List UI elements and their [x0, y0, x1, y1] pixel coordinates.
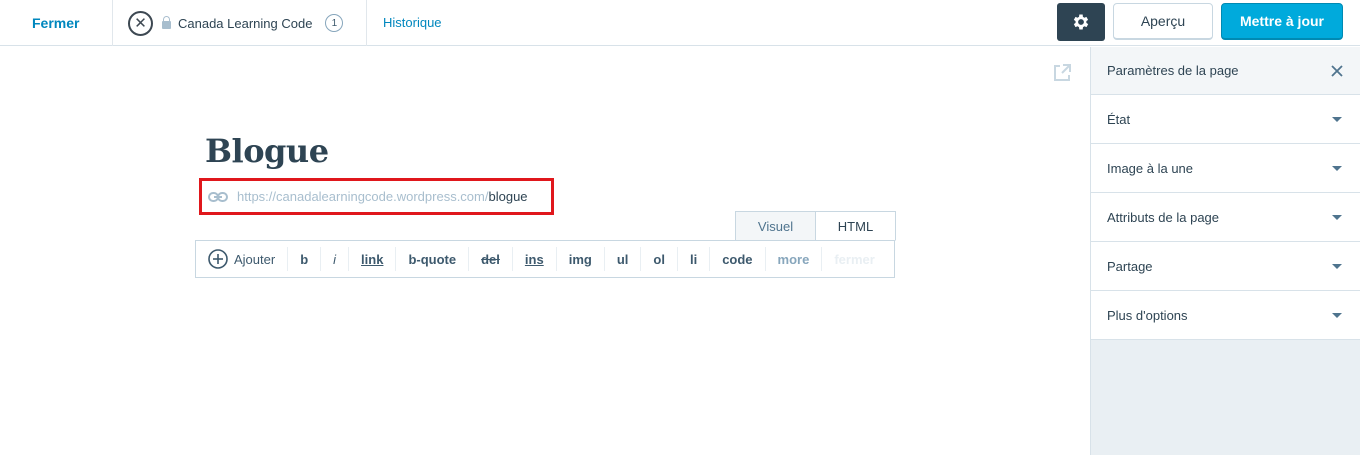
preview-button[interactable]: Aperçu [1113, 3, 1213, 40]
close-tags-button[interactable]: fermer [822, 247, 886, 271]
panel-label: Plus d'options [1107, 307, 1188, 323]
panel-sharing[interactable]: Partage [1091, 242, 1360, 291]
permalink-base: https://canadalearningcode.wordpress.com… [237, 189, 489, 204]
img-button[interactable]: img [557, 247, 605, 271]
li-button[interactable]: li [678, 247, 711, 271]
panel-page-attributes[interactable]: Attributs de la page [1091, 193, 1360, 242]
chevron-down-icon [1332, 263, 1342, 269]
chevron-down-icon [1332, 214, 1342, 220]
lock-icon [162, 16, 171, 29]
close-sidebar-button[interactable] [1330, 64, 1344, 78]
del-label: del [481, 251, 500, 267]
sidebar-header: Paramètres de la page [1091, 47, 1360, 95]
panel-label: Image à la une [1107, 160, 1194, 176]
top-bar: Fermer ✕ Canada Learning Code 1 Historiq… [0, 0, 1360, 46]
panel-status[interactable]: État [1091, 95, 1360, 144]
site-switcher[interactable]: ✕ Canada Learning Code 1 [128, 10, 344, 36]
link-icon [208, 191, 228, 202]
add-label: Ajouter [234, 251, 276, 267]
close-icon [1331, 64, 1343, 77]
page-settings-sidebar: Paramètres de la page État Image à la un… [1090, 47, 1360, 455]
permalink-url: https://canadalearningcode.wordpress.com… [237, 189, 528, 204]
gear-icon [1073, 14, 1089, 30]
html-toolbar: Ajouter b i link b-quote del ins img ul … [195, 240, 895, 278]
code-button[interactable]: code [710, 247, 766, 271]
editor-area: Blogue https://canadalearningcode.wordpr… [0, 47, 1090, 455]
del-button[interactable]: del [469, 247, 513, 271]
tab-html[interactable]: HTML [816, 211, 896, 241]
plus-circle-icon [208, 249, 228, 269]
close-link[interactable]: Fermer [32, 15, 79, 31]
site-logo: ✕ [128, 10, 153, 36]
link-button[interactable]: link [349, 247, 397, 271]
settings-button[interactable] [1057, 3, 1105, 41]
divider [366, 0, 367, 46]
link-label: link [361, 251, 384, 267]
panel-label: Partage [1107, 258, 1153, 274]
site-name: Canada Learning Code [178, 15, 313, 31]
chevron-down-icon [1332, 165, 1342, 171]
ins-label: ins [524, 251, 544, 267]
panel-label: État [1107, 111, 1131, 127]
history-link[interactable]: Historique [383, 15, 442, 30]
ins-button[interactable]: ins [513, 247, 557, 271]
editor-mode-tabs: Visuel HTML [735, 211, 896, 241]
permalink-slug: blogue [488, 189, 528, 204]
sidebar-title: Paramètres de la page [1107, 63, 1239, 78]
bold-button[interactable]: b [288, 247, 322, 271]
tab-visual[interactable]: Visuel [735, 211, 816, 241]
blockquote-button[interactable]: b-quote [396, 247, 470, 271]
divider [112, 0, 113, 46]
panel-more-options[interactable]: Plus d'options [1091, 291, 1360, 340]
ol-button[interactable]: ol [641, 247, 678, 271]
more-button[interactable]: more [766, 247, 823, 271]
add-button[interactable]: Ajouter [196, 247, 289, 271]
italic-button[interactable]: i [321, 247, 350, 271]
chevron-down-icon [1332, 312, 1342, 318]
page-title[interactable]: Blogue [205, 132, 329, 170]
panel-label: Attributs de la page [1107, 209, 1220, 225]
chevron-down-icon [1332, 116, 1342, 122]
site-count-badge: 1 [325, 14, 344, 32]
external-link-icon[interactable] [1052, 63, 1072, 83]
update-button[interactable]: Mettre à jour [1221, 3, 1343, 40]
ul-button[interactable]: ul [605, 247, 642, 271]
panel-featured-image[interactable]: Image à la une [1091, 144, 1360, 193]
permalink[interactable]: https://canadalearningcode.wordpress.com… [199, 178, 554, 215]
